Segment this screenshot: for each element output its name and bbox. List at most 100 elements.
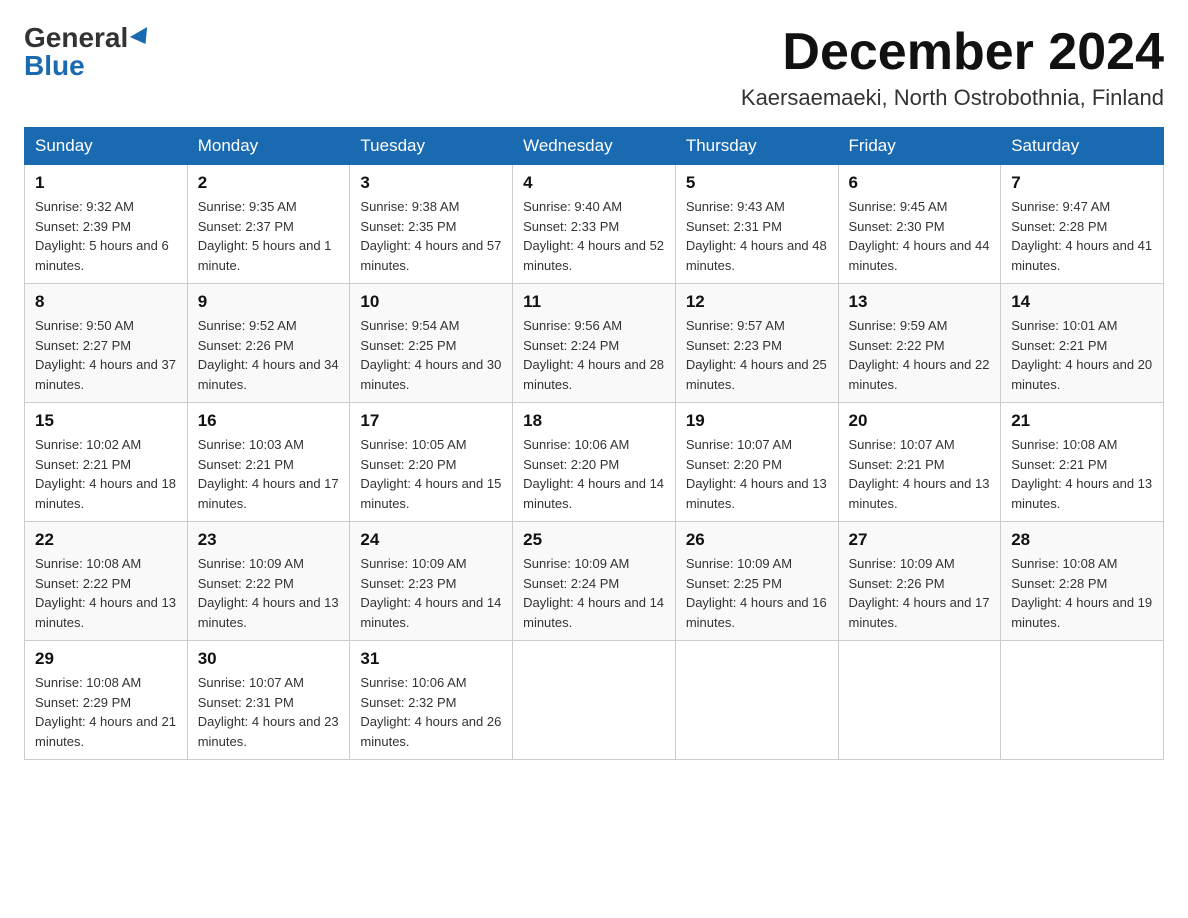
day-info: Sunrise: 9:56 AMSunset: 2:24 PMDaylight:… — [523, 318, 664, 392]
weekday-header-friday: Friday — [838, 128, 1001, 165]
day-info: Sunrise: 10:08 AMSunset: 2:29 PMDaylight… — [35, 675, 176, 749]
day-number: 27 — [849, 530, 991, 550]
day-info: Sunrise: 10:09 AMSunset: 2:24 PMDaylight… — [523, 556, 664, 630]
day-number: 28 — [1011, 530, 1153, 550]
weekday-header-thursday: Thursday — [675, 128, 838, 165]
weekday-header-tuesday: Tuesday — [350, 128, 513, 165]
day-number: 17 — [360, 411, 502, 431]
day-info: Sunrise: 10:06 AMSunset: 2:20 PMDaylight… — [523, 437, 664, 511]
day-number: 22 — [35, 530, 177, 550]
calendar-cell: 28 Sunrise: 10:08 AMSunset: 2:28 PMDayli… — [1001, 522, 1164, 641]
location-title: Kaersaemaeki, North Ostrobothnia, Finlan… — [741, 85, 1164, 111]
day-number: 18 — [523, 411, 665, 431]
day-number: 7 — [1011, 173, 1153, 193]
calendar-cell — [675, 641, 838, 760]
calendar-cell: 17 Sunrise: 10:05 AMSunset: 2:20 PMDayli… — [350, 403, 513, 522]
day-info: Sunrise: 9:38 AMSunset: 2:35 PMDaylight:… — [360, 199, 501, 273]
day-info: Sunrise: 9:50 AMSunset: 2:27 PMDaylight:… — [35, 318, 176, 392]
logo-general-text: General — [24, 24, 128, 52]
day-info: Sunrise: 10:09 AMSunset: 2:26 PMDaylight… — [849, 556, 990, 630]
calendar-cell: 23 Sunrise: 10:09 AMSunset: 2:22 PMDayli… — [187, 522, 350, 641]
day-info: Sunrise: 10:08 AMSunset: 2:21 PMDaylight… — [1011, 437, 1152, 511]
calendar-cell: 7 Sunrise: 9:47 AMSunset: 2:28 PMDayligh… — [1001, 165, 1164, 284]
day-number: 11 — [523, 292, 665, 312]
day-number: 5 — [686, 173, 828, 193]
day-number: 25 — [523, 530, 665, 550]
day-number: 6 — [849, 173, 991, 193]
header: General Blue December 2024 Kaersaemaeki,… — [24, 24, 1164, 111]
day-number: 8 — [35, 292, 177, 312]
logo-triangle-icon — [130, 27, 154, 49]
weekday-header-row: SundayMondayTuesdayWednesdayThursdayFrid… — [25, 128, 1164, 165]
calendar-cell: 5 Sunrise: 9:43 AMSunset: 2:31 PMDayligh… — [675, 165, 838, 284]
day-info: Sunrise: 10:03 AMSunset: 2:21 PMDaylight… — [198, 437, 339, 511]
calendar-cell: 27 Sunrise: 10:09 AMSunset: 2:26 PMDayli… — [838, 522, 1001, 641]
day-number: 29 — [35, 649, 177, 669]
month-title: December 2024 — [741, 24, 1164, 81]
calendar-cell: 15 Sunrise: 10:02 AMSunset: 2:21 PMDayli… — [25, 403, 188, 522]
calendar-cell: 8 Sunrise: 9:50 AMSunset: 2:27 PMDayligh… — [25, 284, 188, 403]
calendar-cell: 3 Sunrise: 9:38 AMSunset: 2:35 PMDayligh… — [350, 165, 513, 284]
weekday-header-monday: Monday — [187, 128, 350, 165]
day-info: Sunrise: 10:01 AMSunset: 2:21 PMDaylight… — [1011, 318, 1152, 392]
day-info: Sunrise: 10:06 AMSunset: 2:32 PMDaylight… — [360, 675, 501, 749]
calendar-cell: 24 Sunrise: 10:09 AMSunset: 2:23 PMDayli… — [350, 522, 513, 641]
weekday-header-wednesday: Wednesday — [513, 128, 676, 165]
day-info: Sunrise: 9:45 AMSunset: 2:30 PMDaylight:… — [849, 199, 990, 273]
calendar-cell: 10 Sunrise: 9:54 AMSunset: 2:25 PMDaylig… — [350, 284, 513, 403]
day-number: 4 — [523, 173, 665, 193]
day-info: Sunrise: 10:09 AMSunset: 2:25 PMDaylight… — [686, 556, 827, 630]
day-info: Sunrise: 9:43 AMSunset: 2:31 PMDaylight:… — [686, 199, 827, 273]
day-number: 12 — [686, 292, 828, 312]
calendar-cell: 13 Sunrise: 9:59 AMSunset: 2:22 PMDaylig… — [838, 284, 1001, 403]
calendar-cell: 12 Sunrise: 9:57 AMSunset: 2:23 PMDaylig… — [675, 284, 838, 403]
calendar-cell: 16 Sunrise: 10:03 AMSunset: 2:21 PMDayli… — [187, 403, 350, 522]
day-info: Sunrise: 10:09 AMSunset: 2:22 PMDaylight… — [198, 556, 339, 630]
calendar-cell: 30 Sunrise: 10:07 AMSunset: 2:31 PMDayli… — [187, 641, 350, 760]
week-row-3: 15 Sunrise: 10:02 AMSunset: 2:21 PMDayli… — [25, 403, 1164, 522]
calendar-cell: 14 Sunrise: 10:01 AMSunset: 2:21 PMDayli… — [1001, 284, 1164, 403]
calendar-cell: 11 Sunrise: 9:56 AMSunset: 2:24 PMDaylig… — [513, 284, 676, 403]
week-row-2: 8 Sunrise: 9:50 AMSunset: 2:27 PMDayligh… — [25, 284, 1164, 403]
day-number: 31 — [360, 649, 502, 669]
calendar-cell — [838, 641, 1001, 760]
day-number: 26 — [686, 530, 828, 550]
calendar-cell: 20 Sunrise: 10:07 AMSunset: 2:21 PMDayli… — [838, 403, 1001, 522]
calendar-cell: 26 Sunrise: 10:09 AMSunset: 2:25 PMDayli… — [675, 522, 838, 641]
week-row-5: 29 Sunrise: 10:08 AMSunset: 2:29 PMDayli… — [25, 641, 1164, 760]
day-info: Sunrise: 9:40 AMSunset: 2:33 PMDaylight:… — [523, 199, 664, 273]
calendar-cell: 21 Sunrise: 10:08 AMSunset: 2:21 PMDayli… — [1001, 403, 1164, 522]
calendar-cell: 31 Sunrise: 10:06 AMSunset: 2:32 PMDayli… — [350, 641, 513, 760]
day-number: 2 — [198, 173, 340, 193]
day-info: Sunrise: 10:08 AMSunset: 2:22 PMDaylight… — [35, 556, 176, 630]
day-info: Sunrise: 9:52 AMSunset: 2:26 PMDaylight:… — [198, 318, 339, 392]
day-number: 1 — [35, 173, 177, 193]
calendar-cell — [513, 641, 676, 760]
calendar-cell: 2 Sunrise: 9:35 AMSunset: 2:37 PMDayligh… — [187, 165, 350, 284]
calendar-cell — [1001, 641, 1164, 760]
day-info: Sunrise: 10:07 AMSunset: 2:21 PMDaylight… — [849, 437, 990, 511]
day-number: 15 — [35, 411, 177, 431]
day-number: 19 — [686, 411, 828, 431]
calendar-cell: 18 Sunrise: 10:06 AMSunset: 2:20 PMDayli… — [513, 403, 676, 522]
weekday-header-saturday: Saturday — [1001, 128, 1164, 165]
day-number: 14 — [1011, 292, 1153, 312]
day-info: Sunrise: 9:54 AMSunset: 2:25 PMDaylight:… — [360, 318, 501, 392]
day-number: 16 — [198, 411, 340, 431]
calendar-cell: 9 Sunrise: 9:52 AMSunset: 2:26 PMDayligh… — [187, 284, 350, 403]
week-row-4: 22 Sunrise: 10:08 AMSunset: 2:22 PMDayli… — [25, 522, 1164, 641]
calendar-cell: 25 Sunrise: 10:09 AMSunset: 2:24 PMDayli… — [513, 522, 676, 641]
day-number: 10 — [360, 292, 502, 312]
day-info: Sunrise: 10:07 AMSunset: 2:20 PMDaylight… — [686, 437, 827, 511]
weekday-header-sunday: Sunday — [25, 128, 188, 165]
day-number: 24 — [360, 530, 502, 550]
day-info: Sunrise: 9:57 AMSunset: 2:23 PMDaylight:… — [686, 318, 827, 392]
day-info: Sunrise: 9:35 AMSunset: 2:37 PMDaylight:… — [198, 199, 332, 273]
calendar-cell: 1 Sunrise: 9:32 AMSunset: 2:39 PMDayligh… — [25, 165, 188, 284]
day-info: Sunrise: 10:09 AMSunset: 2:23 PMDaylight… — [360, 556, 501, 630]
day-info: Sunrise: 10:07 AMSunset: 2:31 PMDaylight… — [198, 675, 339, 749]
calendar-table: SundayMondayTuesdayWednesdayThursdayFrid… — [24, 127, 1164, 760]
calendar-cell: 22 Sunrise: 10:08 AMSunset: 2:22 PMDayli… — [25, 522, 188, 641]
day-number: 23 — [198, 530, 340, 550]
day-number: 21 — [1011, 411, 1153, 431]
